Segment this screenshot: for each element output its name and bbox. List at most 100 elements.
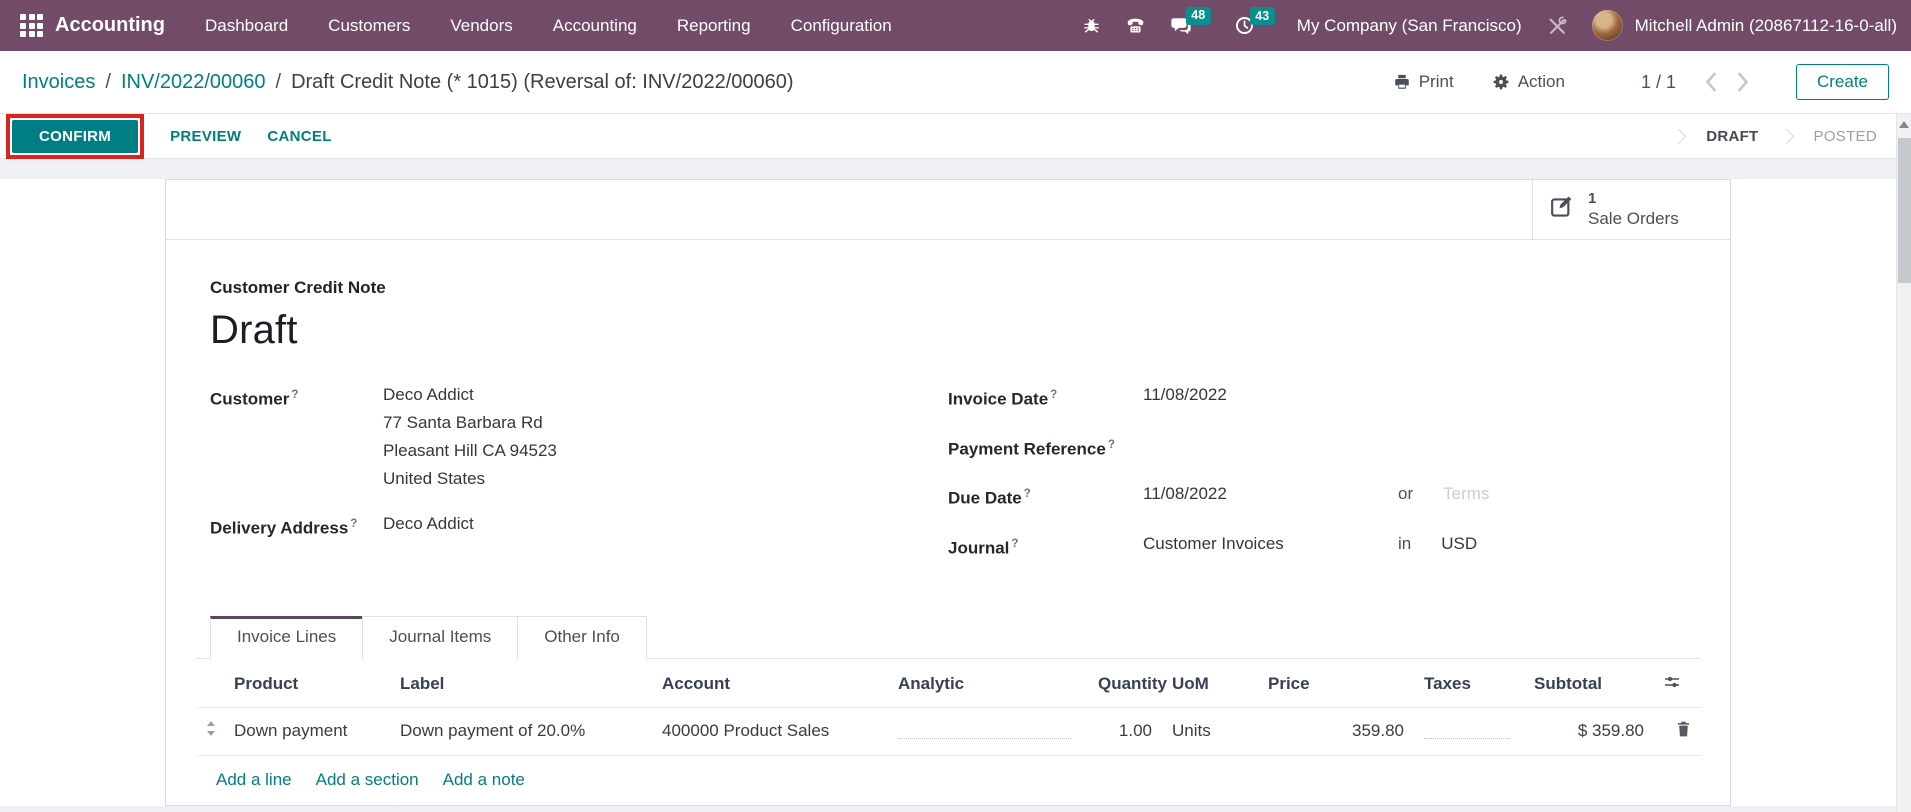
delete-row-icon[interactable] (1654, 706, 1701, 756)
cell-subtotal[interactable]: $ 359.80 (1524, 706, 1654, 756)
pager-counter: 1 / 1 (1640, 71, 1676, 92)
app-name[interactable]: Accounting (55, 14, 165, 37)
breadcrumb-invoices[interactable]: Invoices (22, 71, 95, 94)
column-header-label[interactable]: Label (390, 659, 652, 708)
menu-item-customers[interactable]: Customers (328, 16, 410, 36)
sheet-container: 1 Sale Orders Customer Credit Note Draft… (0, 179, 1911, 806)
customer-field-value[interactable]: Deco Addict 77 Santa Barbara Rd Pleasant… (383, 381, 557, 493)
help-marker: ? (1011, 537, 1019, 550)
cell-quantity[interactable]: 1.00 (1088, 706, 1162, 756)
status-arrow-icon (1670, 128, 1687, 144)
button-box: 1 Sale Orders (166, 180, 1730, 240)
menu-item-configuration[interactable]: Configuration (791, 16, 892, 36)
help-marker: ? (350, 518, 358, 530)
document-name: Draft (210, 308, 298, 352)
cell-product[interactable]: Down payment (224, 706, 390, 756)
help-marker: ? (1107, 438, 1115, 451)
notebook: Invoice Lines Journal Items Other Info P… (196, 615, 1701, 805)
top-navbar: Accounting Dashboard Customers Vendors A… (0, 0, 1911, 51)
sale-orders-count: 1 (1588, 189, 1597, 207)
apps-menu-icon[interactable] (20, 14, 43, 37)
add-section-link[interactable]: Add a section (316, 770, 419, 790)
help-marker: ? (1050, 389, 1058, 401)
column-header-quantity[interactable]: Quantity (1088, 659, 1167, 708)
voip-phone-icon[interactable] (1125, 15, 1146, 36)
invoice-date-value[interactable]: 11/08/2022 (1143, 381, 1227, 414)
action-button[interactable]: Action (1492, 72, 1565, 92)
customer-address-line: United States (383, 469, 486, 488)
preview-button[interactable]: PREVIEW (170, 128, 241, 145)
delivery-address-value[interactable]: Deco Addict (383, 510, 474, 543)
main-menu: Dashboard Customers Vendors Accounting R… (205, 16, 892, 36)
document-sheet: 1 Sale Orders Customer Credit Note Draft… (165, 179, 1731, 806)
tab-journal-items[interactable]: Journal Items (362, 615, 519, 659)
invoice-line-row[interactable]: Down payment Down payment of 20.0% 40000… (196, 706, 1701, 756)
delivery-address-field-label: Delivery Address? (210, 518, 358, 538)
user-menu[interactable]: Mitchell Admin (20867112-16-0-all) (1635, 16, 1897, 36)
cell-price[interactable]: 359.80 (1258, 706, 1414, 756)
cell-label[interactable]: Down payment of 20.0% (390, 706, 652, 756)
scrollbar-up-icon[interactable] (1899, 121, 1909, 128)
vertical-scrollbar[interactable] (1896, 114, 1911, 812)
drag-handle[interactable] (196, 706, 224, 756)
print-label: Print (1418, 72, 1454, 91)
cell-uom[interactable]: Units (1162, 706, 1258, 756)
column-header-subtotal[interactable]: Subtotal (1524, 659, 1654, 708)
breadcrumb-invoice-number[interactable]: INV/2022/00060 (121, 71, 266, 94)
pager-previous-icon[interactable] (1704, 72, 1717, 92)
cell-analytic[interactable] (888, 706, 1088, 756)
field-groups: Customer? Deco Addict 77 Santa Barbara R… (210, 381, 1686, 580)
cancel-button[interactable]: CANCEL (267, 128, 331, 145)
menu-item-dashboard[interactable]: Dashboard (205, 16, 288, 36)
gear-icon (1492, 73, 1510, 91)
page-background-strip (0, 159, 1911, 179)
avatar[interactable] (1591, 10, 1623, 41)
column-header-price[interactable]: Price (1258, 659, 1414, 708)
menu-item-vendors[interactable]: Vendors (450, 16, 512, 36)
currency-value[interactable]: USD (1441, 530, 1477, 563)
company-switcher[interactable]: My Company (San Francisco) (1297, 16, 1522, 36)
activities-clock-icon[interactable]: 43 (1234, 7, 1275, 36)
or-label: or (1398, 484, 1414, 504)
cell-taxes[interactable] (1414, 706, 1524, 756)
column-header-uom[interactable]: UoM (1162, 659, 1258, 708)
breadcrumb-separator: / (275, 70, 282, 93)
messages-icon[interactable]: 48 (1170, 6, 1211, 37)
notebook-tabs: Invoice Lines Journal Items Other Info (196, 615, 1700, 659)
optional-columns-icon[interactable] (1654, 659, 1701, 708)
column-header-account[interactable]: Account (652, 659, 888, 708)
tools-icon[interactable] (1546, 15, 1568, 37)
menu-item-accounting[interactable]: Accounting (553, 16, 637, 36)
create-button[interactable]: Create (1795, 64, 1889, 100)
navbar-systray: 48 43 My Company (San Francisco) Mitchel… (1082, 6, 1897, 41)
status-draft[interactable]: DRAFT (1706, 128, 1758, 145)
cell-account[interactable]: 400000 Product Sales (652, 706, 888, 756)
confirm-button[interactable]: CONFIRM (12, 119, 139, 153)
due-date-value[interactable]: 11/08/2022 (1143, 480, 1398, 513)
status-posted[interactable]: POSTED (1814, 128, 1877, 145)
add-line-link[interactable]: Add a line (216, 770, 292, 790)
list-footer: Add a line Add a section Add a note (196, 756, 1700, 805)
column-header-taxes[interactable]: Taxes (1414, 659, 1524, 708)
journal-field-label: Journal? (948, 537, 1019, 558)
column-header-analytic[interactable]: Analytic (888, 659, 1088, 708)
journal-value[interactable]: Customer Invoices (1143, 530, 1398, 563)
scrollbar-thumb[interactable] (1898, 138, 1911, 283)
add-note-link[interactable]: Add a note (443, 770, 525, 790)
customer-name[interactable]: Deco Addict (383, 381, 557, 409)
page-background-strip (0, 805, 1911, 812)
form-view: 1 Sale Orders Customer Credit Note Draft… (0, 159, 1911, 812)
pager-next-icon[interactable] (1737, 72, 1750, 92)
bug-icon[interactable] (1082, 16, 1101, 35)
payment-terms-field[interactable]: Terms (1443, 480, 1489, 513)
column-header-product[interactable]: Product (224, 659, 390, 708)
status-pipeline: DRAFT POSTED (1651, 128, 1877, 145)
print-button[interactable]: Print (1393, 72, 1454, 92)
tab-invoice-lines[interactable]: Invoice Lines (210, 615, 364, 659)
customer-address-line: Pleasant Hill CA 94523 (383, 441, 557, 460)
sale-orders-stat-button[interactable]: 1 Sale Orders (1532, 180, 1730, 239)
menu-item-reporting[interactable]: Reporting (677, 16, 751, 36)
customer-address-line: 77 Santa Barbara Rd (383, 413, 543, 432)
tab-other-info[interactable]: Other Info (517, 615, 647, 659)
printer-icon (1393, 73, 1411, 91)
